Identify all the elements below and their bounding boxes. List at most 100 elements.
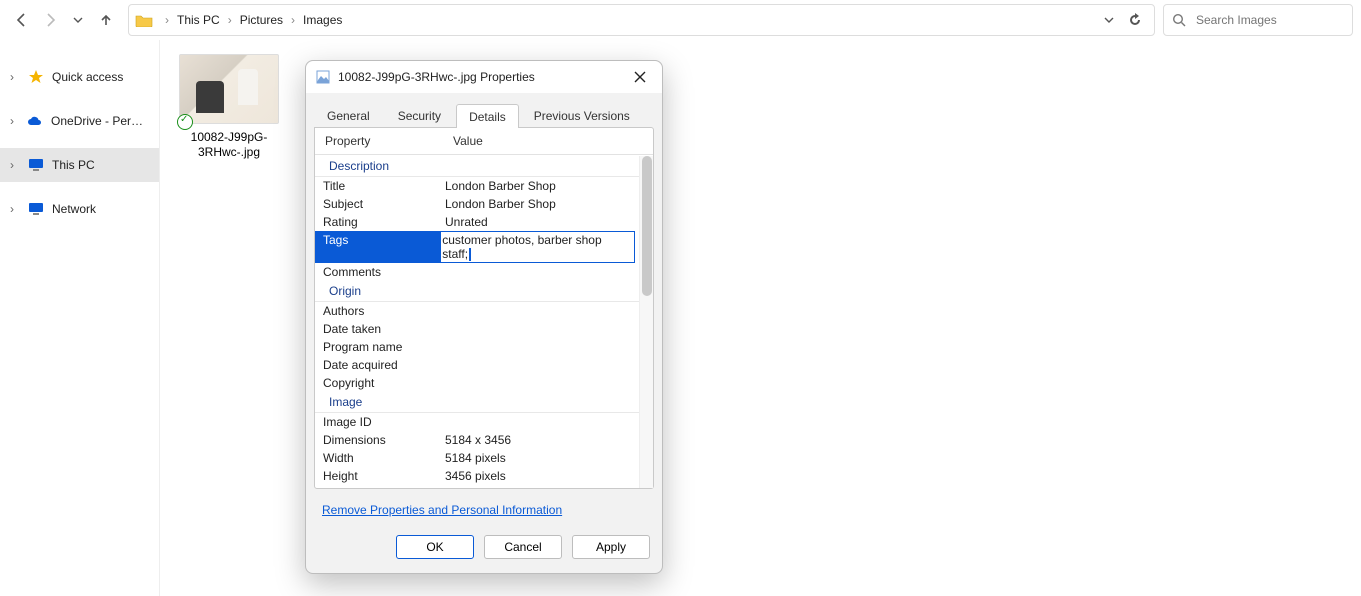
back-button[interactable] bbox=[14, 12, 30, 28]
apply-button[interactable]: Apply bbox=[572, 535, 650, 559]
main-area: › Quick access › OneDrive - Personal › T… bbox=[0, 40, 1361, 596]
details-header: Property Value bbox=[315, 128, 653, 155]
details-row[interactable]: Date acquired bbox=[315, 356, 639, 374]
folder-icon bbox=[135, 13, 153, 27]
dialog-titlebar[interactable]: 10082-J99pG-3RHwc-.jpg Properties bbox=[306, 61, 662, 93]
details-row[interactable]: Copyright bbox=[315, 374, 639, 392]
details-row[interactable]: Width5184 pixels bbox=[315, 449, 639, 467]
sidebar-item-label: OneDrive - Personal bbox=[51, 114, 149, 128]
details-property-value bbox=[443, 302, 639, 320]
details-row[interactable]: Comments bbox=[315, 263, 639, 281]
sidebar-item-this-pc[interactable]: › This PC bbox=[0, 148, 159, 182]
cancel-button[interactable]: Cancel bbox=[484, 535, 562, 559]
details-property-value bbox=[443, 374, 639, 392]
chevron-right-icon[interactable]: › bbox=[10, 202, 20, 216]
details-row[interactable]: SubjectLondon Barber Shop bbox=[315, 195, 639, 213]
details-property-value: 72 dpi bbox=[443, 485, 639, 488]
scrollbar[interactable] bbox=[639, 156, 653, 488]
navigation-pane: › Quick access › OneDrive - Personal › T… bbox=[0, 40, 160, 596]
star-icon bbox=[28, 69, 44, 85]
details-property-name: Dimensions bbox=[315, 431, 443, 449]
details-section-header: Description bbox=[315, 156, 639, 177]
scrollbar-thumb[interactable] bbox=[642, 156, 652, 296]
nav-arrows bbox=[8, 12, 120, 28]
dialog-buttons: OK Cancel Apply bbox=[306, 517, 662, 573]
details-property-value bbox=[443, 263, 639, 281]
details-property-value[interactable]: customer photos, barber shop staff; bbox=[440, 231, 635, 263]
details-property-name: Subject bbox=[315, 195, 443, 213]
details-property-value: London Barber Shop bbox=[443, 177, 639, 195]
chevron-right-icon[interactable]: › bbox=[285, 13, 301, 27]
chevron-right-icon[interactable]: › bbox=[159, 13, 175, 27]
breadcrumb-segment[interactable]: Images bbox=[301, 13, 344, 27]
details-row[interactable]: Authors bbox=[315, 302, 639, 320]
column-header-property[interactable]: Property bbox=[315, 128, 443, 154]
details-property-name: Comments bbox=[315, 263, 443, 281]
ok-button[interactable]: OK bbox=[396, 535, 474, 559]
sidebar-item-label: This PC bbox=[52, 158, 149, 172]
details-row[interactable]: Program name bbox=[315, 338, 639, 356]
remove-properties-link[interactable]: Remove Properties and Personal Informati… bbox=[322, 503, 562, 517]
details-property-name: Width bbox=[315, 449, 443, 467]
cloud-icon bbox=[27, 113, 43, 129]
details-row[interactable]: Horizontal resolution72 dpi bbox=[315, 485, 639, 488]
sidebar-item-network[interactable]: › Network bbox=[0, 192, 159, 226]
details-row[interactable]: Tagscustomer photos, barber shop staff; bbox=[315, 231, 639, 263]
file-thumbnail bbox=[179, 54, 279, 124]
sidebar-item-quick-access[interactable]: › Quick access bbox=[0, 60, 159, 94]
details-property-name: Copyright bbox=[315, 374, 443, 392]
file-item[interactable]: 10082-J99pG-3RHwc-.jpg bbox=[174, 54, 284, 160]
search-box[interactable] bbox=[1163, 4, 1353, 36]
details-property-value: 3456 pixels bbox=[443, 467, 639, 485]
properties-dialog: 10082-J99pG-3RHwc-.jpg Properties Genera… bbox=[305, 60, 663, 574]
details-row[interactable]: Image ID bbox=[315, 413, 639, 431]
tab-security[interactable]: Security bbox=[385, 103, 454, 127]
details-table: Property Value DescriptionTitleLondon Ba… bbox=[315, 128, 653, 488]
details-property-name: Date acquired bbox=[315, 356, 443, 374]
details-property-name: Date taken bbox=[315, 320, 443, 338]
refresh-button[interactable] bbox=[1128, 13, 1142, 27]
details-property-value bbox=[443, 356, 639, 374]
sidebar-item-label: Quick access bbox=[52, 70, 149, 84]
up-button[interactable] bbox=[98, 12, 114, 28]
details-property-name: Horizontal resolution bbox=[315, 485, 443, 488]
details-row[interactable]: Dimensions5184 x 3456 bbox=[315, 431, 639, 449]
details-section-header: Origin bbox=[315, 281, 639, 302]
tab-previous-versions[interactable]: Previous Versions bbox=[521, 103, 643, 127]
details-row[interactable]: Height3456 pixels bbox=[315, 467, 639, 485]
details-property-name: Image ID bbox=[315, 413, 443, 431]
dialog-tabs: General Security Details Previous Versio… bbox=[306, 99, 662, 127]
details-property-name: Height bbox=[315, 467, 443, 485]
details-property-value: Unrated bbox=[443, 213, 639, 231]
details-property-value: London Barber Shop bbox=[443, 195, 639, 213]
recent-locations-button[interactable] bbox=[70, 12, 86, 28]
sidebar-item-onedrive[interactable]: › OneDrive - Personal bbox=[0, 104, 159, 138]
details-property-name: Rating bbox=[315, 213, 443, 231]
forward-button[interactable] bbox=[42, 12, 58, 28]
chevron-right-icon[interactable]: › bbox=[222, 13, 238, 27]
chevron-right-icon[interactable]: › bbox=[10, 114, 19, 128]
address-dropdown-button[interactable] bbox=[1104, 15, 1114, 25]
breadcrumb-segment[interactable]: Pictures bbox=[238, 13, 285, 27]
details-property-value bbox=[443, 320, 639, 338]
details-tab-body: Property Value DescriptionTitleLondon Ba… bbox=[314, 127, 654, 489]
text-caret bbox=[469, 248, 471, 261]
details-row[interactable]: RatingUnrated bbox=[315, 213, 639, 231]
search-icon bbox=[1172, 13, 1186, 27]
tab-general[interactable]: General bbox=[314, 103, 383, 127]
details-property-value bbox=[443, 338, 639, 356]
toolbar: › This PC › Pictures › Images bbox=[0, 0, 1361, 40]
search-input[interactable] bbox=[1194, 12, 1353, 28]
address-bar[interactable]: › This PC › Pictures › Images bbox=[128, 4, 1155, 36]
column-header-value[interactable]: Value bbox=[443, 128, 653, 154]
tab-details[interactable]: Details bbox=[456, 104, 519, 128]
sync-status-icon bbox=[177, 114, 193, 130]
details-property-name: Program name bbox=[315, 338, 443, 356]
close-button[interactable] bbox=[628, 67, 652, 87]
breadcrumb-segment[interactable]: This PC bbox=[175, 13, 222, 27]
monitor-icon bbox=[28, 201, 44, 217]
chevron-right-icon[interactable]: › bbox=[10, 158, 20, 172]
details-row[interactable]: TitleLondon Barber Shop bbox=[315, 177, 639, 195]
details-row[interactable]: Date taken bbox=[315, 320, 639, 338]
chevron-right-icon[interactable]: › bbox=[10, 70, 20, 84]
